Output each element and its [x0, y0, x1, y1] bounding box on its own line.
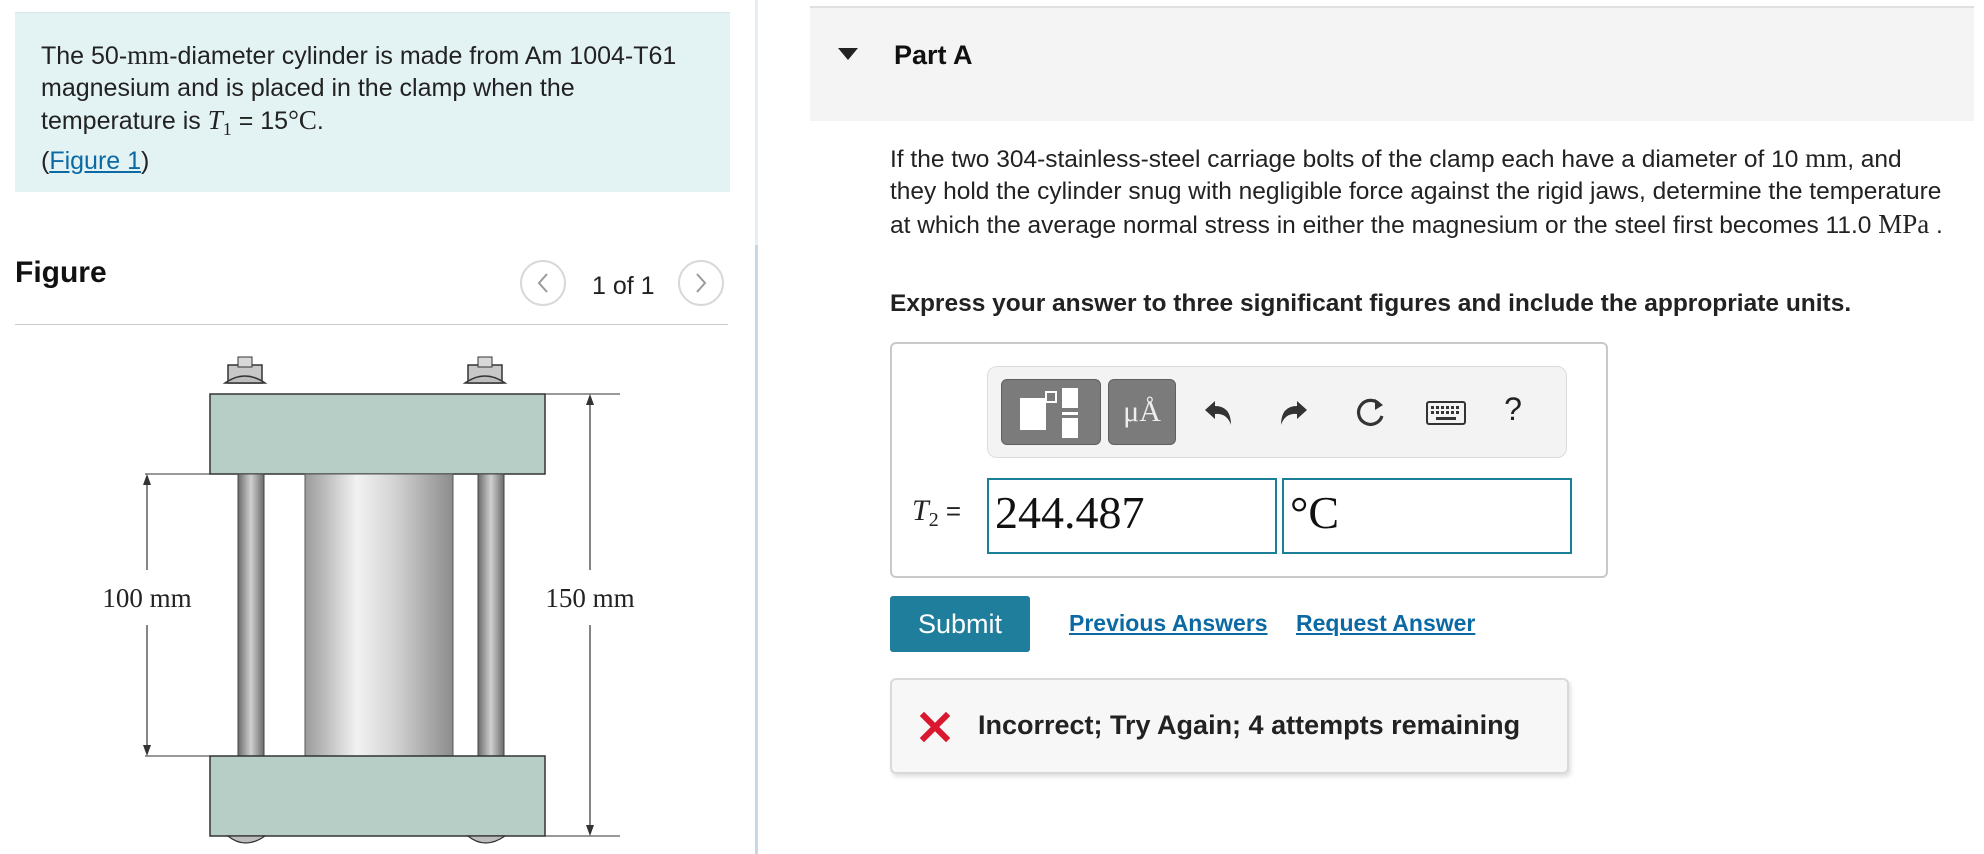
x-icon [920, 712, 950, 742]
symbols-button[interactable]: μÅ [1108, 379, 1176, 445]
t1-symbol: T [207, 105, 223, 135]
help-button[interactable]: ? [1493, 389, 1533, 429]
top-nut-right [462, 356, 508, 384]
answer-box: μÅ ? T2 = 244.487 °C [890, 342, 1608, 578]
column-divider-top [755, 0, 758, 245]
magnesium-cylinder [304, 473, 454, 757]
left-bolt [237, 473, 265, 757]
bottom-jaw [209, 755, 546, 837]
column-divider [755, 245, 758, 854]
t2-subscript: 2 [928, 509, 939, 532]
question-unit: mm [1805, 143, 1848, 173]
dimension-150mm: 150 mm [545, 583, 634, 613]
figure-link[interactable]: Figure 1 [49, 147, 141, 175]
chevron-right-icon [696, 273, 707, 293]
figure-divider [15, 324, 728, 325]
undo-icon [1205, 401, 1231, 425]
t2-symbol: T [912, 494, 929, 527]
next-figure-button[interactable] [678, 260, 724, 306]
right-bolt [477, 473, 505, 757]
redo-icon [1281, 401, 1307, 425]
figure-pager: 1 of 1 [592, 272, 655, 300]
part-a-header[interactable]: Part A [810, 6, 1974, 121]
answer-unit-input[interactable]: °C [1282, 478, 1572, 554]
intro-unit: mm [127, 40, 170, 70]
prev-figure-button[interactable] [520, 260, 566, 306]
part-title: Part A [894, 40, 973, 70]
redo-button[interactable] [1274, 393, 1314, 433]
feedback-text: Incorrect; Try Again; 4 attempts remaini… [978, 710, 1521, 740]
question-text: If the two 304-stainless-steel carriage … [890, 142, 1950, 242]
reset-button[interactable] [1350, 393, 1390, 433]
dimension-100mm: 100 mm [102, 583, 191, 613]
feedback-box: Incorrect; Try Again; 4 attempts remaini… [890, 678, 1569, 774]
intro-text: The 50- [41, 42, 128, 70]
figure-title: Figure [15, 256, 107, 289]
question-part: If the two 304-stainless-steel carriage … [890, 146, 1806, 173]
problem-intro: The 50-mm-diameter cylinder is made from… [15, 12, 730, 192]
top-nut-left [222, 356, 268, 384]
previous-answers-link[interactable]: Previous Answers [1069, 610, 1268, 637]
question-unit: MPa [1878, 209, 1930, 239]
collapse-caret-icon[interactable] [838, 48, 858, 60]
math-toolbar: μÅ ? [987, 366, 1567, 458]
chevron-left-icon [537, 273, 548, 293]
question-part: . [1929, 212, 1943, 239]
submit-button[interactable]: Submit [890, 596, 1030, 652]
intro-text: . [316, 107, 324, 135]
equals-sign: = [945, 496, 962, 526]
undo-button[interactable] [1198, 393, 1238, 433]
keyboard-button[interactable] [1426, 393, 1466, 433]
templates-button[interactable] [1001, 379, 1101, 445]
answer-instruction: Express your answer to three significant… [890, 290, 1852, 317]
t1-subscript: 1 [222, 119, 232, 139]
templates-icon [1020, 388, 1078, 438]
left-panel: The 50-mm-diameter cylinder is made from… [0, 0, 755, 854]
answer-variable-label: T2 = [912, 494, 961, 532]
top-jaw [209, 393, 546, 475]
request-answer-link[interactable]: Request Answer [1296, 610, 1475, 637]
intro-unit: °C [288, 105, 317, 135]
answer-value-input[interactable]: 244.487 [987, 478, 1277, 554]
clamp-figure: 100 mm 150 mm [102, 356, 635, 844]
reset-icon [1356, 398, 1384, 426]
symbols-label: μÅ [1123, 395, 1161, 428]
help-label: ? [1504, 390, 1522, 427]
intro-text: = 15 [231, 107, 289, 135]
paren: ) [141, 147, 150, 175]
keyboard-icon [1426, 401, 1466, 425]
